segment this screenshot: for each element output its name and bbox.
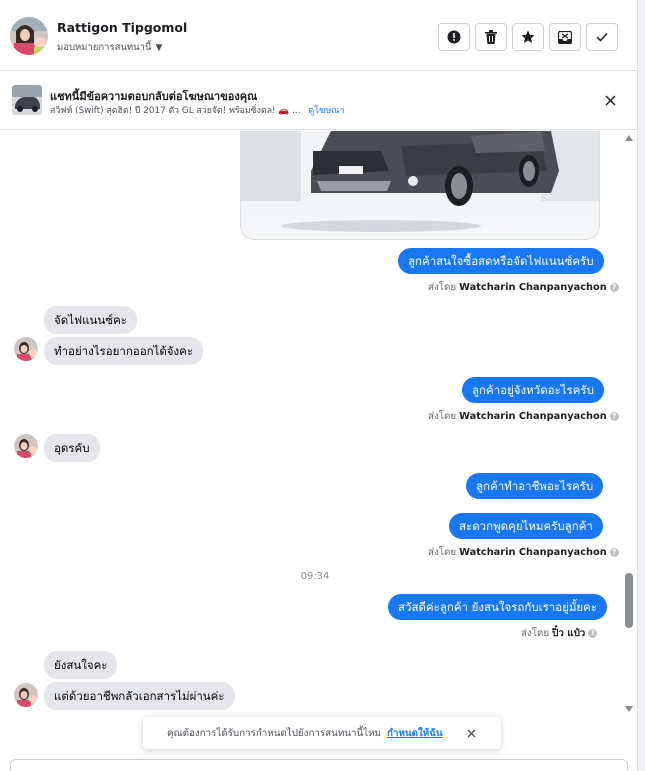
ad-summary: สวิฟท์ (Swift) สุดฮิต! ปี 2017 ตัว GL สว… [50,106,301,116]
check-icon [596,32,608,42]
close-banner-button[interactable] [600,90,620,110]
info-icon[interactable]: ? [588,629,598,638]
assign-prompt-toast: คุณต้องการได้รับการกำหนดไปยังการสนทนานี้… [143,717,501,749]
message-incoming[interactable]: จัดไฟแนนซ์คะ [44,306,137,334]
message-outgoing[interactable]: สวัสดีค่ะลูกค้า ยังสนใจรถกับเราอยู่มั้ยค… [388,594,608,620]
message-outgoing[interactable]: สะดวกพูดคุยไหมครับลูกค้า [449,513,603,539]
message-timestamp: 09:34 [300,571,330,582]
inbox-conversation-panel: Rattigon Tipgomol มอบหมายการสนทนานี้ ▼ แ… [0,0,645,771]
toast-text: คุณต้องการได้รับการกำหนดไปยังการสนทนานี้… [167,727,382,739]
info-icon[interactable]: ? [609,283,619,292]
ad-banner-subtitle: สวิฟท์ (Swift) สุดฮิต! ปี 2017 ตัว GL สว… [50,103,344,117]
message-incoming[interactable]: แต่ด้วยอาชีพกลัวเอกสารไม่ผ่านค่ะ [44,682,235,710]
sent-by-label: ส่งโดย Watcharin Chanpanyachon ? [428,545,619,560]
close-icon [467,729,475,737]
contact-avatar-small[interactable] [14,337,38,361]
close-icon [604,94,616,106]
scroll-up-arrow-icon[interactable] [625,135,633,141]
sender-name[interactable]: Watcharin Chanpanyachon [459,411,607,422]
message-outgoing[interactable]: ลูกค้าอยู่จังหวัดอะไรครับ [462,377,604,403]
star-icon [521,30,535,43]
trash-icon [485,30,497,44]
info-icon[interactable]: ? [609,412,619,421]
contact-avatar-small[interactable] [14,683,38,707]
sent-by-label: ส่งโดย Watcharin Chanpanyachon ? [428,409,619,424]
sender-name[interactable]: Watcharin Chanpanyachon [459,547,607,558]
view-ad-link[interactable]: ดูโฆษณา [309,103,345,117]
assign-conversation-dropdown[interactable]: มอบหมายการสนทนานี้ ▼ [57,40,162,55]
sender-name[interactable]: Watcharin Chanpanyachon [459,282,607,293]
right-rail-divider [637,0,645,771]
assign-label: มอบหมายการสนทนานี้ [57,42,152,53]
inbox-move-icon [558,30,572,44]
scroll-down-arrow-icon[interactable] [625,706,633,712]
message-outgoing[interactable]: ลูกค้าสนใจซื้อสดหรือจัดไฟแนนซ์ครับ [398,248,604,274]
contact-avatar-small[interactable] [14,434,38,458]
message-incoming[interactable]: ยังสนใจคะ [44,651,118,679]
message-scrollbar[interactable] [622,131,636,718]
sent-by-label: ส่งโดย Watcharin Chanpanyachon ? [428,280,619,295]
assign-to-me-link[interactable]: กำหนดให้ฉัน [387,726,443,741]
message-incoming[interactable]: ทำอย่างไรอยากออกได้จังคะ [44,337,204,365]
sent-by-label: ส่งโดย ปิ๋ว แป๋ว ? [521,626,598,641]
contact-name[interactable]: Rattigon Tipgomol [57,20,187,35]
conversation-header: Rattigon Tipgomol มอบหมายการสนทนานี้ ▼ [0,0,637,71]
message-incoming[interactable]: อุดรคับ [44,434,100,462]
header-actions [438,23,618,51]
message-outgoing[interactable]: ลูกค้าทำอาชีพอะไรครับ [466,473,604,499]
caret-down-icon: ▼ [155,42,163,53]
toast-close-button[interactable] [463,725,479,741]
message-composer[interactable] [10,759,628,771]
info-icon[interactable]: ? [609,548,619,557]
mark-done-button[interactable] [586,23,618,51]
ad-reply-banner: แชทนี้มีข้อความตอบกลับต่อโฆษณาของคุณ สวิ… [0,72,637,130]
ad-image-card[interactable] [240,131,600,240]
ad-thumbnail [12,85,42,115]
report-icon [447,30,461,44]
follow-up-button[interactable] [512,23,544,51]
delete-button[interactable] [475,23,507,51]
sender-name[interactable]: ปิ๋ว แป๋ว [552,626,585,641]
contact-avatar[interactable] [10,17,48,55]
move-to-inbox-button[interactable] [549,23,581,51]
mark-spam-button[interactable] [438,23,470,51]
